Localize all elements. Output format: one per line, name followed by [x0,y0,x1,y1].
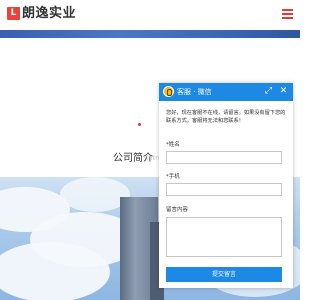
submit-button[interactable]: 提交留言 [166,267,282,282]
site-header: L 朗逸实业 [0,0,300,30]
message-textarea[interactable] [166,217,282,257]
name-label: *姓名 [166,142,180,148]
name-input[interactable] [166,151,282,164]
expand-icon[interactable]: ⤢ [263,86,274,97]
chat-widget: 客服 · 微信 ⤢ ✕ 您好，现在客服不在线，请留言。如果没有留下您的联系方式，… [159,83,293,288]
menu-icon[interactable] [282,9,293,19]
avatar-icon [163,86,174,97]
offline-message: 您好，现在客服不在线，请留言。如果没有留下您的联系方式，客服将无法和您联系！ [166,110,286,124]
site-logo-text[interactable]: 朗逸实业 [22,5,76,22]
slider-dot[interactable] [138,123,141,126]
hero-banner [0,30,300,38]
phone-input[interactable] [166,183,282,196]
chat-title: 客服 · 微信 [177,88,212,96]
chat-header[interactable]: 客服 · 微信 ⤢ ✕ [159,83,293,101]
logo-icon: L [7,7,20,20]
close-icon[interactable]: ✕ [278,86,289,97]
phone-label: *手机 [166,174,180,180]
message-label: 留言内容 [166,207,189,213]
